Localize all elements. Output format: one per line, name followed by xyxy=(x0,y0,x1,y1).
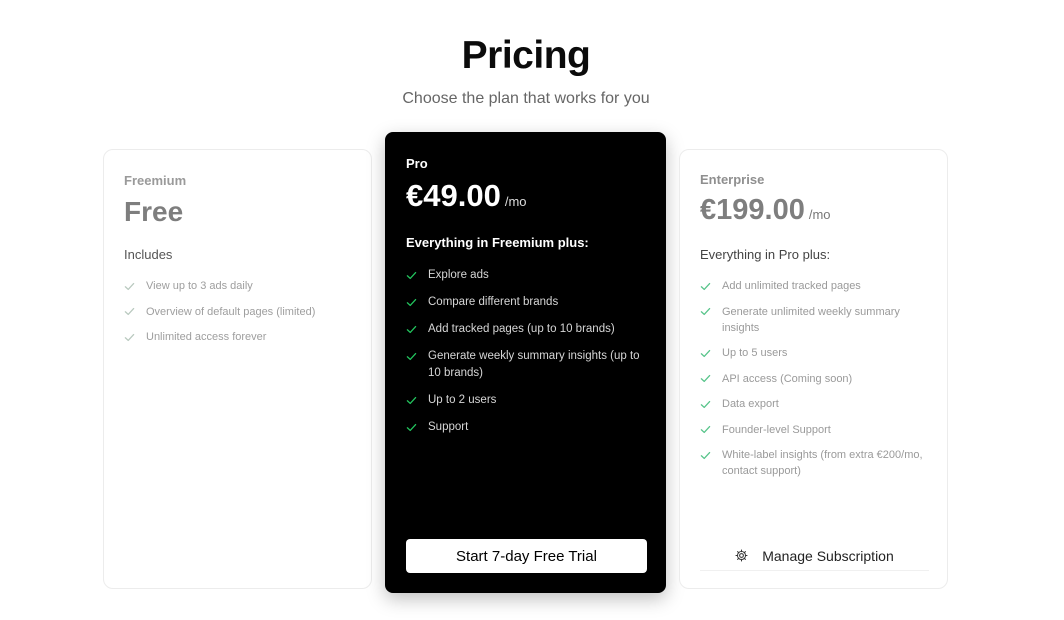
feature-text: Generate weekly summary insights (up to … xyxy=(428,350,640,379)
start-trial-button[interactable]: Start 7-day Free Trial xyxy=(406,539,647,573)
check-icon xyxy=(700,278,722,294)
feature-text: Founder-level Support xyxy=(722,423,831,436)
feature-item: Up to 5 users xyxy=(700,345,929,361)
feature-text: Up to 2 users xyxy=(428,394,497,406)
feature-list: View up to 3 ads daily Overview of defau… xyxy=(124,278,353,355)
feature-item: API access (Coming soon) xyxy=(700,371,929,387)
page-subtitle: Choose the plan that works for you xyxy=(402,90,650,107)
check-icon xyxy=(406,348,428,364)
pricing-page: Pricing Choose the plan that works for y… xyxy=(0,0,1064,620)
price-period: /mo xyxy=(808,207,831,222)
feature-text: Generate unlimited weekly summary insigh… xyxy=(722,305,900,334)
plan-card-enterprise: Enterprise €199.00/mo Everything in Pro … xyxy=(679,149,948,589)
check-icon xyxy=(700,422,722,438)
feature-item: Founder-level Support xyxy=(700,422,929,438)
plan-card-pro: Pro €49.00/mo Everything in Freemium plu… xyxy=(385,132,666,593)
plan-price: Free xyxy=(124,196,183,228)
feature-text: Data export xyxy=(722,398,779,410)
check-icon xyxy=(406,419,428,435)
feature-text: API access (Coming soon) xyxy=(722,372,853,385)
price-amount: €199.00 xyxy=(700,194,805,226)
feature-text: Overview of default pages (limited) xyxy=(146,305,316,318)
feature-item: Overview of default pages (limited) xyxy=(124,304,353,320)
price-period: /mo xyxy=(504,194,527,209)
feature-item: Data export xyxy=(700,396,929,412)
check-icon xyxy=(406,321,428,337)
check-icon xyxy=(700,345,722,361)
feature-item: Support xyxy=(406,419,647,436)
check-icon xyxy=(124,304,146,320)
feature-item: White-label insights (from extra €200/mo… xyxy=(700,447,929,479)
includes-heading: Everything in Freemium plus: xyxy=(406,235,589,250)
plan-price: €199.00/mo xyxy=(700,194,831,227)
includes-heading: Everything in Pro plus: xyxy=(700,247,831,262)
feature-item: Generate unlimited weekly summary insigh… xyxy=(700,304,929,336)
plan-card-freemium: Freemium Free Includes View up to 3 ads … xyxy=(103,149,372,589)
check-icon xyxy=(124,278,146,294)
check-icon xyxy=(700,447,722,463)
feature-item: Add unlimited tracked pages xyxy=(700,278,929,294)
feature-item: Generate weekly summary insights (up to … xyxy=(406,348,647,382)
feature-text: White-label insights (from extra €200/mo… xyxy=(722,449,923,477)
feature-list: Explore ads Compare different brands Add… xyxy=(406,267,647,446)
feature-item: Unlimited access forever xyxy=(124,329,353,345)
manage-subscription-label: Manage Subscription xyxy=(762,547,894,564)
price-amount: Free xyxy=(124,196,184,227)
feature-text: Compare different brands xyxy=(428,296,559,308)
plan-name: Pro xyxy=(406,156,428,171)
feature-text: View up to 3 ads daily xyxy=(146,280,253,292)
check-icon xyxy=(406,392,428,408)
gear-icon xyxy=(735,549,748,562)
page-title: Pricing xyxy=(461,34,591,77)
feature-text: Support xyxy=(428,421,469,433)
plan-name: Enterprise xyxy=(700,172,765,187)
check-icon xyxy=(124,329,146,345)
feature-item: Compare different brands xyxy=(406,294,647,311)
check-icon xyxy=(700,396,722,412)
plan-price: €49.00/mo xyxy=(406,178,527,214)
feature-item: Explore ads xyxy=(406,267,647,284)
feature-text: Unlimited access forever xyxy=(146,331,267,343)
feature-item: Add tracked pages (up to 10 brands) xyxy=(406,321,647,338)
feature-text: Add tracked pages (up to 10 brands) xyxy=(428,323,615,335)
check-icon xyxy=(406,267,428,283)
feature-item: View up to 3 ads daily xyxy=(124,278,353,294)
check-icon xyxy=(700,304,722,320)
feature-item: Up to 2 users xyxy=(406,392,647,409)
price-amount: €49.00 xyxy=(406,178,501,213)
feature-text: Add unlimited tracked pages xyxy=(722,280,861,292)
feature-text: Explore ads xyxy=(428,269,489,281)
plan-name: Freemium xyxy=(124,173,187,188)
check-icon xyxy=(700,371,722,387)
includes-heading: Includes xyxy=(124,247,173,262)
manage-subscription-button[interactable]: Manage Subscription xyxy=(700,541,929,571)
feature-text: Up to 5 users xyxy=(722,347,788,359)
feature-list: Add unlimited tracked pages Generate unl… xyxy=(700,278,929,489)
check-icon xyxy=(406,294,428,310)
